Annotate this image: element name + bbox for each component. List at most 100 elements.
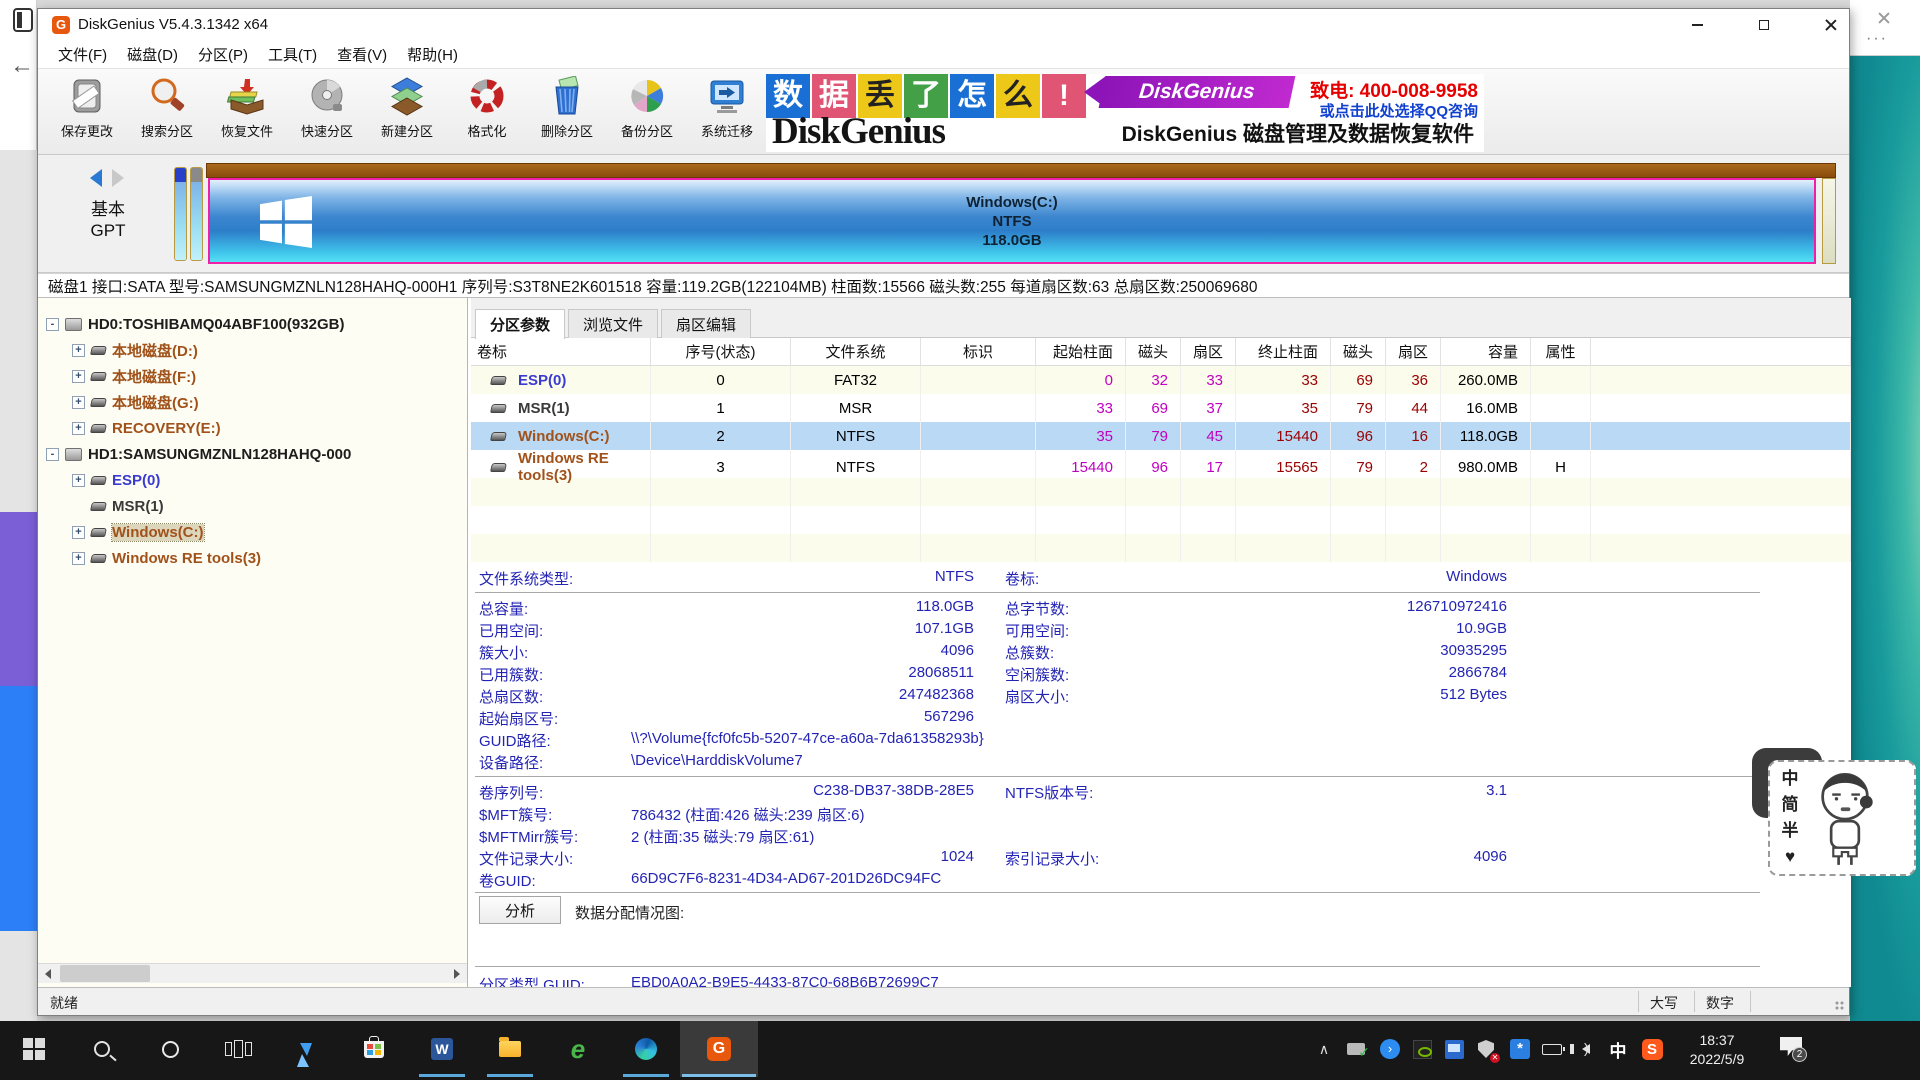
- file-explorer-button[interactable]: [476, 1021, 544, 1077]
- table-row-msr[interactable]: MSR(1) 1 MSR 33 69 37 35 79 44 16.0MB: [471, 394, 1851, 422]
- tray-defender[interactable]: ✕: [1474, 1037, 1498, 1061]
- tray-sogou[interactable]: S: [1640, 1037, 1664, 1061]
- tray-intel-graphics[interactable]: [1442, 1037, 1466, 1061]
- word-button[interactable]: W: [408, 1021, 476, 1077]
- column-header[interactable]: 终止柱面: [1236, 338, 1331, 365]
- ime-mode-halfwidth[interactable]: 半: [1770, 818, 1810, 844]
- column-header[interactable]: 卷标: [471, 338, 651, 365]
- tree-expander-icon[interactable]: +: [72, 422, 85, 435]
- system-migration-button[interactable]: 系统迁移: [688, 72, 766, 152]
- tray-dingtalk[interactable]: ›: [1378, 1037, 1402, 1061]
- close-button[interactable]: [1806, 9, 1856, 41]
- backup-partition-button[interactable]: 备份分区: [608, 72, 686, 152]
- scrollbar-left-button[interactable]: [38, 964, 58, 984]
- tray-printer-status[interactable]: [1344, 1037, 1368, 1061]
- menu-tools[interactable]: 工具(T): [258, 41, 327, 68]
- maximize-button[interactable]: [1739, 9, 1789, 41]
- sogou-ime-status-panel[interactable]: 中 简 半 ♥: [1768, 760, 1916, 876]
- tray-snowflake-app[interactable]: *: [1508, 1037, 1532, 1061]
- scrollbar-right-button[interactable]: [447, 964, 467, 984]
- recovery-partition-block[interactable]: [1822, 178, 1836, 264]
- tree-expander-icon[interactable]: +: [72, 552, 85, 565]
- tree-item-windows-c[interactable]: + Windows(C:): [72, 520, 204, 544]
- menu-help[interactable]: 帮助(H): [397, 41, 468, 68]
- column-header[interactable]: 磁头: [1331, 338, 1386, 365]
- delete-partition-button[interactable]: 删除分区: [528, 72, 606, 152]
- tray-nvidia[interactable]: [1410, 1037, 1434, 1061]
- column-header[interactable]: 容量: [1441, 338, 1531, 365]
- tree-item-hd1[interactable]: - HD1:SAMSUNGMZNLN128HAHQ-000: [46, 442, 351, 466]
- tree-item-local-d[interactable]: + 本地磁盘(D:): [72, 338, 198, 362]
- table-row-windows-re[interactable]: Windows RE tools(3) 3 NTFS 15440 96 17 1…: [471, 450, 1851, 478]
- tree-item-esp[interactable]: + ESP(0): [72, 468, 160, 492]
- tree-expander-icon[interactable]: +: [72, 396, 85, 409]
- start-button[interactable]: [0, 1021, 68, 1077]
- disk-header-strip[interactable]: [206, 163, 1836, 178]
- tree-item-msr[interactable]: MSR(1): [91, 494, 164, 518]
- tree-item-hd0[interactable]: - HD0:TOSHIBAMQ04ABF100(932GB): [46, 312, 344, 336]
- tab-browse-files[interactable]: 浏览文件: [568, 309, 658, 338]
- column-header[interactable]: 起始柱面: [1036, 338, 1126, 365]
- microsoft-store-button[interactable]: [340, 1021, 408, 1077]
- tree-expander-icon[interactable]: +: [72, 344, 85, 357]
- tree-expander-icon[interactable]: +: [72, 474, 85, 487]
- column-header[interactable]: 扇区: [1181, 338, 1236, 365]
- promo-banner[interactable]: 数 据 丢 了 怎 么 ! DiskGenius DiskGenius 致电: …: [766, 74, 1484, 152]
- column-header[interactable]: 序号(状态): [651, 338, 791, 365]
- ime-mode-chinese[interactable]: 中: [1770, 766, 1810, 792]
- scroll-left-icon[interactable]: [90, 169, 102, 187]
- diskgenius-taskbar-button[interactable]: G: [680, 1021, 758, 1077]
- tree-item-recovery-e[interactable]: + RECOVERY(E:): [72, 416, 221, 440]
- scrollbar-thumb[interactable]: [60, 965, 150, 982]
- column-header[interactable]: 磁头: [1126, 338, 1181, 365]
- tree-expander-icon[interactable]: +: [72, 526, 85, 539]
- column-header[interactable]: 属性: [1531, 338, 1591, 365]
- action-center-button[interactable]: 2: [1772, 1021, 1812, 1077]
- table-row-esp[interactable]: ESP(0) 0 FAT32 0 32 33 33 69 36 260.0MB: [471, 366, 1851, 394]
- column-header[interactable]: 扇区: [1386, 338, 1441, 365]
- column-header[interactable]: 文件系统: [791, 338, 921, 365]
- tree-item-local-g[interactable]: + 本地磁盘(G:): [72, 390, 199, 414]
- tree-item-local-f[interactable]: + 本地磁盘(F:): [72, 364, 196, 388]
- search-partition-button[interactable]: 搜索分区: [128, 72, 206, 152]
- background-more-icon[interactable]: ···: [1866, 30, 1888, 48]
- taskbar-clock[interactable]: 18:37 2022/5/9: [1672, 1031, 1762, 1069]
- minimize-button[interactable]: [1672, 9, 1722, 41]
- tree-expander-icon[interactable]: -: [46, 318, 59, 331]
- column-header[interactable]: 标识: [921, 338, 1036, 365]
- ime-mode-simplified[interactable]: 简: [1770, 792, 1810, 818]
- menu-view[interactable]: 查看(V): [327, 41, 397, 68]
- format-button[interactable]: 格式化: [448, 72, 526, 152]
- tab-sector-editor[interactable]: 扇区编辑: [661, 309, 751, 338]
- esp-partition-block[interactable]: [174, 167, 187, 261]
- tab-partition-parameters[interactable]: 分区参数: [475, 309, 565, 339]
- tray-expand-button[interactable]: ∧: [1312, 1037, 1336, 1061]
- menu-partition[interactable]: 分区(P): [188, 41, 258, 68]
- recover-files-button[interactable]: 恢复文件: [208, 72, 286, 152]
- back-arrow-icon[interactable]: ←: [10, 52, 34, 80]
- msr-partition-block[interactable]: [190, 167, 203, 261]
- windows-c-partition-block[interactable]: Windows(C:) NTFS 118.0GB: [208, 178, 1816, 264]
- internet-explorer-button[interactable]: e: [544, 1021, 612, 1077]
- scroll-right-icon[interactable]: [112, 169, 124, 187]
- menu-file[interactable]: 文件(F): [48, 41, 117, 68]
- tree-item-windows-re[interactable]: + Windows RE tools(3): [72, 546, 261, 570]
- tree-horizontal-scrollbar[interactable]: [38, 963, 467, 983]
- analyze-button[interactable]: 分析: [479, 896, 561, 924]
- tray-power[interactable]: [1540, 1037, 1564, 1061]
- new-partition-button[interactable]: 新建分区: [368, 72, 446, 152]
- resize-grip[interactable]: [1834, 1000, 1846, 1012]
- taskbar-search-button[interactable]: [68, 1021, 136, 1077]
- tray-ime-mode[interactable]: 中: [1606, 1037, 1630, 1061]
- edge-button[interactable]: [612, 1021, 680, 1077]
- ime-heart-icon[interactable]: ♥: [1770, 844, 1810, 870]
- quick-partition-button[interactable]: 快速分区: [288, 72, 366, 152]
- save-changes-button[interactable]: 保存更改: [48, 72, 126, 152]
- pinned-app-button[interactable]: [272, 1021, 340, 1077]
- tree-expander-icon[interactable]: -: [46, 448, 59, 461]
- background-close-icon[interactable]: [1878, 12, 1890, 24]
- tree-expander-icon[interactable]: +: [72, 370, 85, 383]
- task-view-button[interactable]: [204, 1021, 272, 1077]
- menu-disk[interactable]: 磁盘(D): [117, 41, 188, 68]
- cortana-button[interactable]: [136, 1021, 204, 1077]
